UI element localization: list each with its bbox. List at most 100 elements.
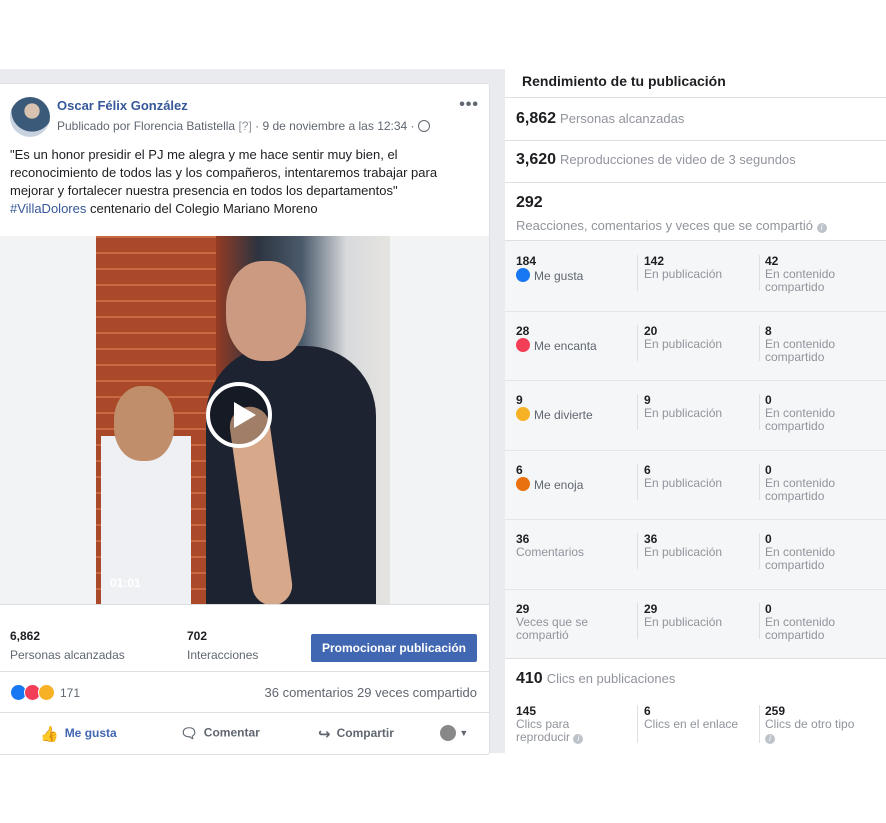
breakdown-label-row: Me enoja	[516, 476, 583, 492]
like-button[interactable]: 👍 Me gusta	[40, 725, 117, 743]
click-play-label: Clics para reproducir	[516, 717, 571, 744]
row-divider	[505, 380, 886, 382]
breakdown-on-shares-label: En contenido compartido	[765, 545, 836, 573]
breakdown-on-post-label: En publicación	[644, 545, 723, 560]
separator	[637, 603, 638, 639]
separator	[637, 463, 638, 500]
breakdown-total-cell: 184 Me gusta	[516, 255, 626, 283]
share-icon: ↪	[318, 726, 331, 743]
share-label: Compartir	[336, 726, 394, 741]
row-divider	[505, 589, 886, 590]
divider	[505, 140, 886, 141]
breakdown-total-num: 28	[516, 323, 530, 338]
click-play-label-row: Clics para reproducir i	[516, 718, 606, 744]
comment-button[interactable]: 🗨 Comentar	[180, 725, 260, 742]
separator	[759, 394, 760, 431]
clicks-num: 410	[516, 670, 543, 687]
breakdown-on-shares-cell: 8 En contenido compartido	[765, 324, 865, 364]
stat-interactions: 702 Interacciones	[187, 629, 258, 662]
insight-clicks: 410 Clics en publicaciones	[516, 670, 675, 688]
stat-interactions-num: 702	[187, 629, 208, 643]
breakdown-on-shares-label: En contenido compartido	[765, 615, 836, 642]
reached-label: Personas alcanzadas	[560, 111, 685, 126]
privacy-globe-icon[interactable]	[417, 120, 430, 132]
breakdown-on-shares-label: En contenido compartido	[765, 475, 836, 503]
breakdown-on-shares-cell: 0 En contenido compartido	[765, 462, 865, 503]
audience-selector[interactable]: ▼	[440, 725, 468, 741]
breakdown-total-num: 6	[516, 462, 523, 477]
help-link[interactable]: [?]	[238, 119, 251, 133]
breakdown-label: Me gusta	[534, 269, 584, 283]
like-icon	[516, 268, 530, 282]
separator	[637, 533, 638, 570]
more-options-icon[interactable]: •••	[459, 96, 479, 114]
top-gray-band	[0, 69, 505, 83]
separator	[759, 705, 760, 743]
comment-label: Comentar	[203, 725, 260, 740]
breakdown-on-post-cell: 6 En publicación	[644, 463, 722, 490]
breakdown-label: Comentarios	[516, 545, 585, 560]
like-label: Me gusta	[64, 726, 117, 741]
insights-panel: Rendimiento de tu publicación 6,862 Perso…	[505, 60, 886, 753]
gutter	[489, 69, 505, 753]
reactions-count: 171	[60, 685, 81, 700]
divider	[505, 658, 886, 659]
breakdown-on-shares-label: En contenido compartido	[765, 406, 836, 434]
share-button[interactable]: ↪ Compartir	[318, 725, 394, 743]
breakdown-total-num: 9	[516, 393, 523, 408]
author-name[interactable]: Oscar Félix González	[57, 98, 188, 113]
breakdown-label-row: Comentarios	[516, 546, 626, 559]
breakdown-on-post-cell: 29 En publicación	[644, 603, 722, 629]
separator	[759, 324, 760, 361]
thumbs-up-icon: 👍	[40, 726, 59, 743]
breakdown-label: Me encanta	[534, 338, 597, 353]
video-container: 01:01	[0, 236, 489, 604]
breakdown-on-post-cell: 142 En publicación	[644, 255, 722, 281]
post-date[interactable]: · 9 de noviembre a las 12:34 ·	[252, 119, 418, 133]
insight-views: 3,620 Reproducciones de video de 3 segund…	[516, 151, 796, 169]
row-divider	[505, 449, 886, 451]
post-meta: Publicado por Florencia Batistella [?] ·…	[57, 119, 430, 133]
video-figure-man-head	[226, 261, 306, 361]
breakdown-total-cell: 28 Me encanta	[516, 323, 626, 353]
breakdown-on-post-label: En publicación	[644, 406, 723, 421]
separator	[759, 603, 760, 639]
clicks-label: Clics en publicaciones	[546, 671, 676, 686]
separator	[637, 324, 638, 361]
hashtag-link[interactable]: #VillaDolores	[10, 201, 86, 216]
breakdown-on-post-label: En publicación	[644, 615, 723, 629]
post-card: Oscar Félix González Publicado por Flore…	[0, 83, 490, 755]
separator	[637, 255, 638, 291]
post-quote: "Es un honor presidir el PJ me alegra y …	[10, 147, 438, 198]
post-stats-row: 6,862 Personas alcanzadas 702 Interaccio…	[0, 604, 489, 671]
info-icon[interactable]: i	[765, 734, 775, 744]
stat-people-reached: 6,862 Personas alcanzadas	[10, 629, 125, 662]
video-player[interactable]: 01:01	[96, 236, 390, 604]
info-icon[interactable]: i	[816, 223, 827, 233]
publisher-text[interactable]: Publicado por Florencia Batistella	[57, 119, 235, 133]
haha-reaction-icon	[38, 684, 55, 702]
row-divider	[505, 519, 886, 521]
breakdown-on-shares-num: 0	[765, 462, 772, 477]
chevron-down-icon: ▼	[459, 728, 469, 739]
breakdown-total-cell: 9 Me divierte	[516, 394, 626, 422]
breakdown-on-post-num: 20	[644, 323, 658, 338]
play-icon[interactable]	[206, 382, 272, 448]
reactions-summary[interactable]: 171	[10, 684, 80, 702]
comments-shares-count[interactable]: 36 comentarios 29 veces compartido	[265, 685, 477, 700]
engagement-num: 292	[516, 194, 543, 211]
reactions-row: 171 36 comentarios 29 veces compartido	[0, 671, 489, 712]
info-icon[interactable]: i	[573, 734, 584, 744]
stat-people-reached-label: Personas alcanzadas	[10, 648, 125, 662]
views-label: Reproducciones de video de 3 segundos	[560, 152, 796, 167]
globe-avatar-icon	[440, 725, 456, 741]
promote-post-button[interactable]: Promocionar publicación	[310, 634, 477, 662]
breakdown-on-shares-label: En contenido compartido	[765, 336, 836, 364]
stat-interactions-label: Interacciones	[187, 648, 259, 662]
row-divider	[505, 310, 886, 312]
separator	[637, 705, 638, 743]
breakdown-total-cell: 29 Veces que se compartió	[516, 603, 626, 642]
reached-num: 6,862	[516, 110, 557, 127]
author-avatar[interactable]	[10, 97, 50, 137]
breakdown-on-shares-cell: 0 En contenido compartido	[765, 533, 865, 572]
